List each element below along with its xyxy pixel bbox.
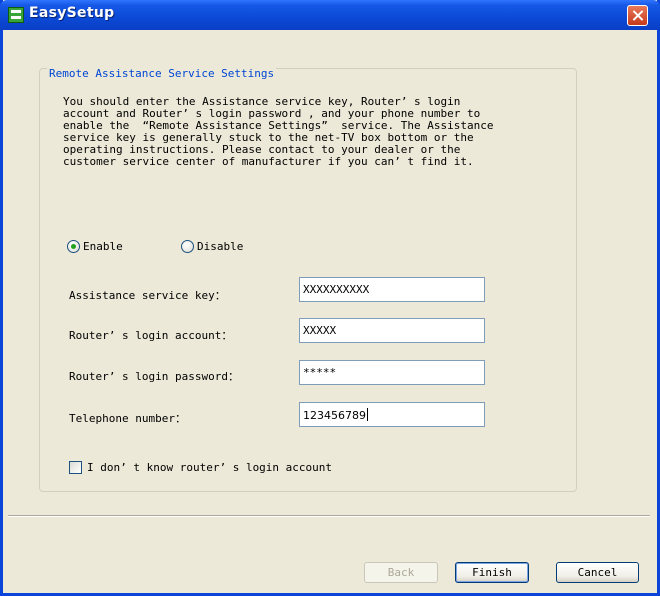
title-bar[interactable]: EasySetup xyxy=(0,0,660,30)
footer-separator xyxy=(8,515,650,517)
disable-radio-label[interactable]: Disable xyxy=(197,240,243,253)
group-title: Remote Assistance Service Settings xyxy=(47,67,277,80)
telephone-input[interactable]: 123456789 xyxy=(299,402,485,427)
login-account-label: Router’ s login account： xyxy=(69,329,233,342)
finish-button[interactable]: Finish xyxy=(455,562,529,583)
enable-radio-label[interactable]: Enable xyxy=(83,240,123,253)
text-caret xyxy=(367,408,368,421)
cancel-button[interactable]: Cancel xyxy=(556,562,639,583)
login-account-input[interactable]: XXXXX xyxy=(299,318,485,343)
login-password-input[interactable]: ***** xyxy=(299,360,485,385)
window-title: EasySetup xyxy=(29,5,115,21)
easysetup-icon xyxy=(8,7,24,23)
service-key-label: Assistance service key： xyxy=(69,289,226,302)
disable-radio[interactable] xyxy=(181,240,194,253)
telephone-value: 123456789 xyxy=(303,409,366,422)
description-text: You should enter the Assistance service … xyxy=(63,95,494,168)
login-password-label: Router’ s login password： xyxy=(69,370,239,383)
enable-radio[interactable] xyxy=(67,240,80,253)
service-key-input[interactable]: XXXXXXXXXX xyxy=(299,277,485,302)
unknown-account-checkbox[interactable] xyxy=(69,461,82,474)
telephone-label: Telephone number： xyxy=(69,412,186,425)
close-icon[interactable] xyxy=(627,5,648,26)
unknown-account-label[interactable]: I don’ t know router’ s login account xyxy=(87,461,332,474)
back-button[interactable]: Back xyxy=(364,562,438,583)
